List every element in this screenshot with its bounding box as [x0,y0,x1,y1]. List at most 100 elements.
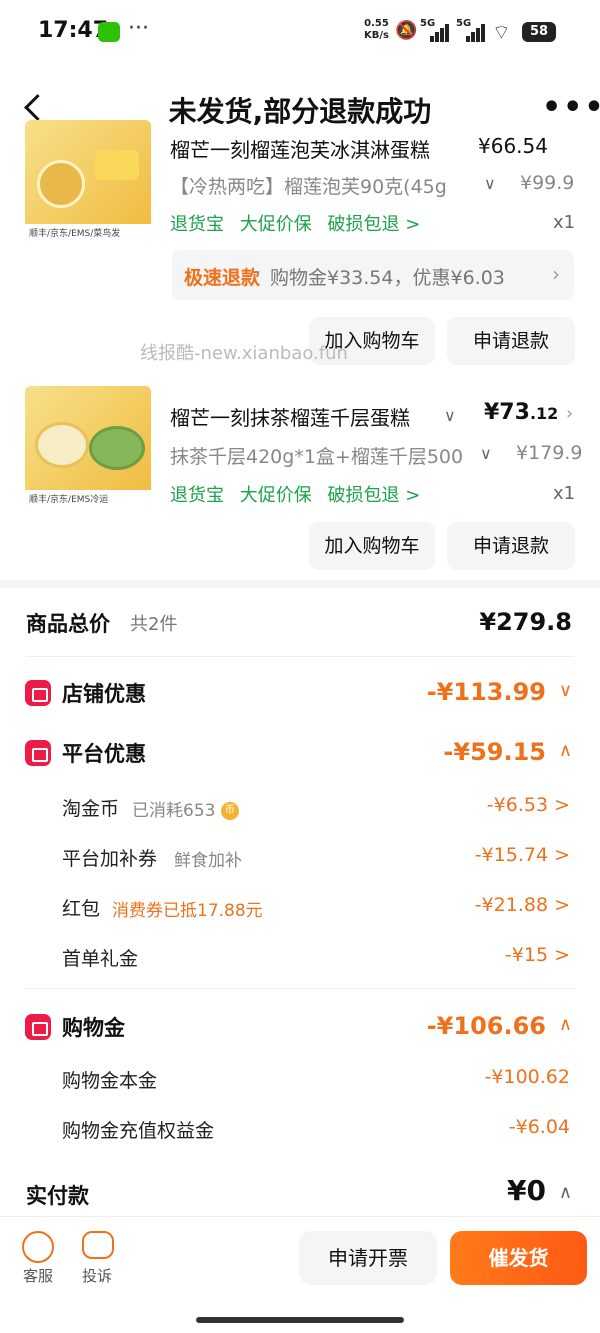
tag-return-insurance: 退货宝 [170,214,224,235]
shopping-gold-icon [25,1014,51,1040]
watermark-text: 线报酷-new.xianbao.fun [140,343,348,364]
item2-price-int: ¥73 [484,400,530,425]
chevron-down-icon: ∨ [558,680,572,701]
refund-detail: 购物金¥33.54，优惠¥6.03 [270,267,505,289]
red-packet-note: 消费券已抵17.88元 [112,901,263,921]
first-order-gift-amount: -¥15 > [504,944,570,966]
item2-add-to-cart-button[interactable]: 加入购物车 [309,522,435,570]
chevron-up-icon: ∧ [558,1182,572,1203]
item2-spec[interactable]: 抹茶千层420g*1盒+榴莲千层500 [170,442,470,469]
bottom-action-bar: 客服 投诉 申请开票 催发货 [0,1216,600,1333]
item2-thumbnail[interactable]: 顺丰/京东/EMS冷运 [25,386,151,510]
divider [26,656,574,657]
total-price-amount: ¥279.8 [479,608,572,636]
shop-discount-amount: -¥113.99 [426,678,546,706]
item2-name-chevron-down-icon[interactable]: ∨ [444,406,456,425]
paid-amount: ¥0 [507,1174,546,1207]
complaint-icon[interactable] [82,1231,114,1259]
wifi-icon: ⌔ [492,20,511,44]
paid-label: 实付款 [26,1184,89,1208]
taojinbi-note: 已消耗653 币 [132,796,239,821]
item2-name[interactable]: 榴芒一刻抹茶榴莲千层蛋糕 [170,402,436,431]
net-speed-value: 0.55 [364,18,389,29]
item2-spec-chevron-down-icon[interactable]: ∨ [480,444,492,463]
platform-coupon-note: 鲜食加补 [174,851,242,871]
item1-price: ¥66.54 [478,134,548,158]
item1-spec[interactable]: 【冷热两吃】榴莲泡芙90克(45g [170,172,466,199]
divider [26,988,574,989]
total-item-count: 共2件 [130,614,178,635]
platform-coupon-label: 平台加补券 [62,848,158,870]
platform-discount-amount: -¥59.15 [443,738,546,766]
tag-return-insurance: 退货宝 [170,485,224,506]
net-speed-unit: KB/s [364,30,389,41]
home-indicator[interactable] [196,1317,404,1323]
customer-service-label[interactable]: 客服 [23,1265,53,1286]
more-options-icon[interactable]: ••• [542,90,600,125]
item1-service-tags: 退货宝 大促价保 破损包退 > [170,210,430,236]
customer-service-icon[interactable] [22,1231,54,1263]
shop-discount-icon [25,680,51,706]
signal-icon-2: 5G [456,18,485,42]
first-order-gift-label: 首单礼金 [62,948,139,970]
chevron-up-icon: ∧ [558,1014,572,1035]
red-packet-amount: -¥21.88 > [474,894,570,916]
shop-discount-label: 店铺优惠 [62,682,146,706]
urge-shipping-button[interactable]: 催发货 [450,1231,587,1285]
total-price-label: 商品总价 [26,612,110,636]
item2-price-cents: .12 [529,404,559,423]
taojinbi-note-text: 已消耗653 [132,801,216,821]
item2-durian-cake-image [35,422,89,468]
item2-chevron-right-icon[interactable]: › [566,403,573,424]
red-packet-label: 红包 [62,898,101,920]
platform-discount-icon [25,740,51,766]
shopping-gold-amount: -¥106.66 [426,1012,546,1040]
item2-apply-refund-button[interactable]: 申请退款 [447,522,575,570]
taojinbi-label: 淘金币 [62,798,120,820]
item1-thumbnail[interactable]: 顺丰/京东/EMS/菜鸟发 [25,120,151,244]
item2-service-tags: 退货宝 大促价保 破损包退 > [170,481,430,507]
tag-damage-refund[interactable]: 破损包退 > [327,214,420,235]
status-bar: 17:47 ··· 0.55 KB/s 🔕 5G 5G ⌔ 58 [0,0,600,68]
gold-principal-amount: -¥100.62 [484,1066,570,1088]
mute-icon: 🔕 [395,20,418,41]
item1-puff-image [37,160,85,208]
chevron-right-icon: › [552,262,560,286]
item2-price: ¥73.12 › [484,400,573,425]
item1-thumb-shipping: 顺丰/京东/EMS/菜鸟发 [25,224,151,244]
tag-price-protect: 大促价保 [239,214,312,235]
order-item-2: 顺丰/京东/EMS冷运 榴芒一刻抹茶榴莲千层蛋糕 ∨ ¥73.12 › 抹茶千层… [0,380,600,580]
item2-qty: x1 [553,483,576,504]
wechat-icon [98,22,120,42]
chevron-up-icon: ∧ [558,740,572,761]
item1-spec-chevron-down-icon[interactable]: ∨ [484,174,496,193]
item1-refund-status[interactable]: 极速退款 购物金¥33.54，优惠¥6.03 › [172,250,574,300]
coin-icon: 币 [220,802,239,820]
item1-name[interactable]: 榴芒一刻榴莲泡芙冰淇淋蛋糕 [170,134,430,163]
item1-qty: x1 [553,212,576,233]
more-notifications-icon: ··· [128,16,149,41]
item2-matcha-cake-image [89,426,145,470]
item1-orig-price: ¥99.9 [520,172,575,194]
gold-bonus-amount: -¥6.04 [508,1116,570,1138]
tag-damage-refund[interactable]: 破损包退 > [327,485,420,506]
item2-thumb-shipping: 顺丰/京东/EMS冷运 [25,490,151,510]
taojinbi-amount: -¥6.53 > [486,794,570,816]
gold-principal-label: 购物金本金 [62,1070,158,1092]
apply-invoice-button[interactable]: 申请开票 [299,1231,437,1285]
refund-type-label: 极速退款 [184,267,261,289]
tag-price-protect: 大促价保 [239,485,312,506]
order-item-1: 顺丰/京东/EMS/菜鸟发 榴芒一刻榴莲泡芙冰淇淋蛋糕 ¥66.54 【冷热两吃… [0,120,600,380]
shopping-gold-label: 购物金 [62,1016,125,1040]
complaint-label[interactable]: 投诉 [82,1265,112,1286]
gold-bonus-label: 购物金充值权益金 [62,1120,215,1142]
battery-icon: 58 [522,22,556,42]
price-summary: 商品总价 共2件 ¥279.8 店铺优惠 -¥113.99 ∨ 平台优惠 -¥5… [0,588,600,1230]
signal-icon-1: 5G [420,18,449,42]
item1-apply-refund-button[interactable]: 申请退款 [447,317,575,365]
platform-discount-label: 平台优惠 [62,742,146,766]
platform-coupon-amount: -¥15.74 > [474,844,570,866]
item1-box-image [95,150,139,180]
item2-orig-price: ¥179.9 [516,442,583,464]
net-speed: 0.55 KB/s [364,18,389,42]
